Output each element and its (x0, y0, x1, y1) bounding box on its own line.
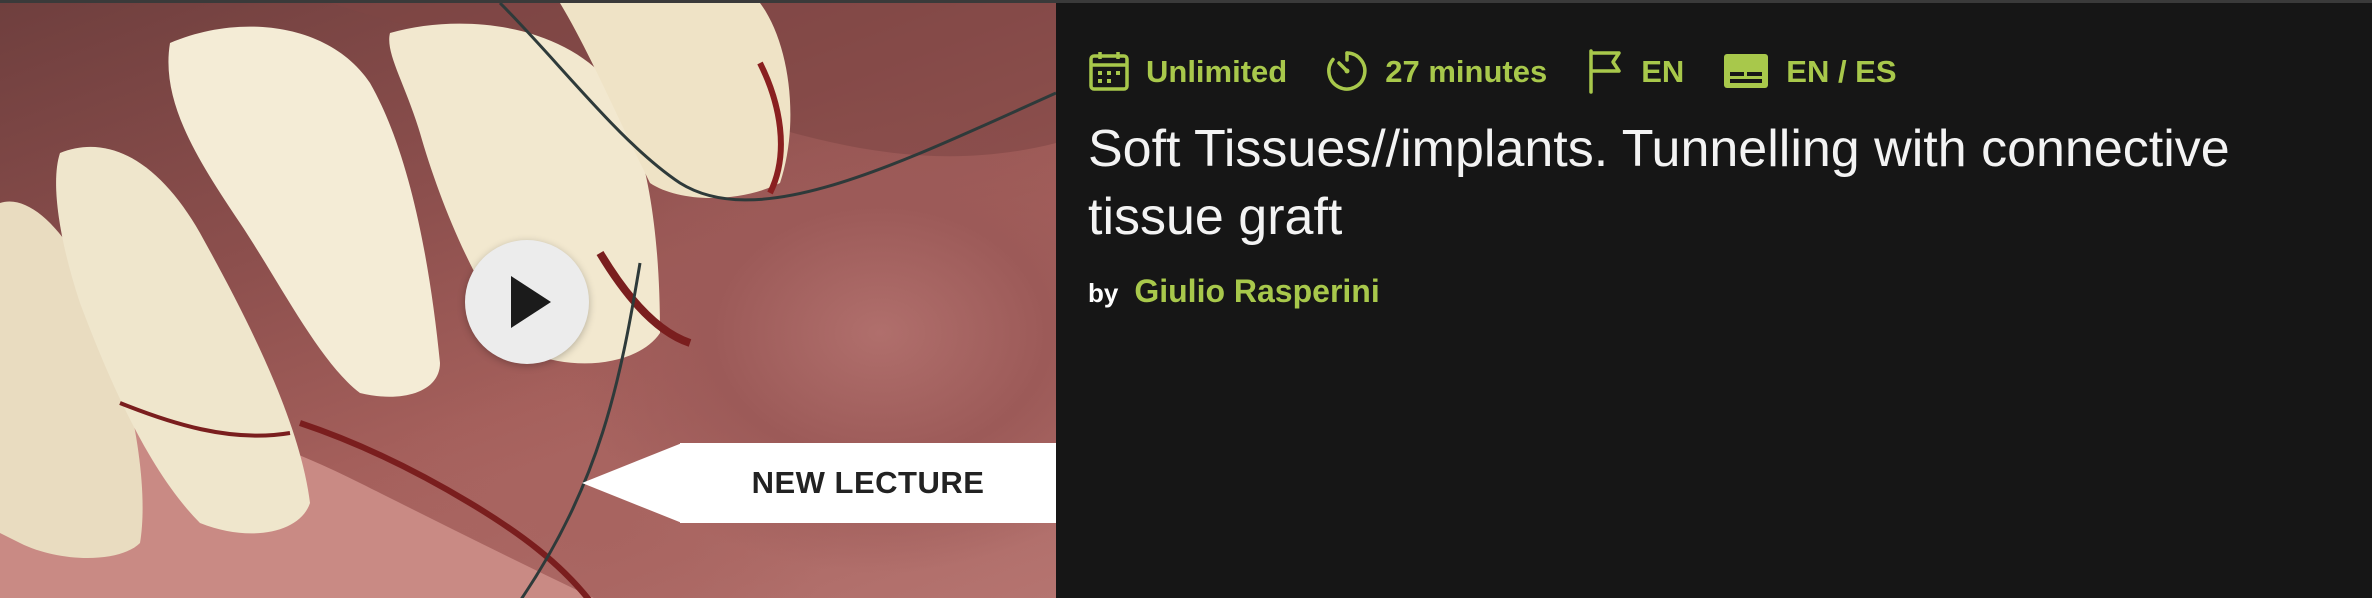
access-meta: Unlimited (1088, 50, 1287, 92)
course-meta: Unlimited 27 minutes EN EN / ES (1088, 41, 2372, 101)
author-link[interactable]: Giulio Rasperini (1134, 273, 1379, 310)
flag-icon (1589, 49, 1621, 94)
language-label: EN (1641, 53, 1685, 89)
duration-label: 27 minutes (1385, 53, 1548, 89)
subtitles-meta: EN / ES (1722, 51, 1897, 91)
course-info: Unlimited 27 minutes EN EN / ES Soft Tis… (1056, 3, 2372, 598)
access-label: Unlimited (1146, 53, 1288, 89)
course-card: NEW LECTURE Unlimited 27 minutes EN EN /… (0, 0, 2372, 598)
byline: by Giulio Rasperini (1088, 273, 2372, 310)
badge-label: NEW LECTURE (680, 443, 1056, 523)
calendar-icon (1089, 52, 1129, 91)
subtitles-icon (1724, 54, 1769, 88)
duration-meta: 27 minutes (1325, 49, 1547, 93)
language-meta: EN (1585, 48, 1684, 94)
by-label: by (1088, 278, 1119, 308)
stopwatch-icon (1327, 51, 1367, 91)
play-button[interactable] (465, 240, 589, 364)
play-icon (511, 276, 551, 328)
badge-arrow (582, 443, 682, 523)
new-lecture-badge: NEW LECTURE (582, 443, 1056, 523)
subtitles-label: EN / ES (1786, 53, 1897, 89)
course-title[interactable]: Soft Tissues//implants. Tunnelling with … (1088, 115, 2318, 251)
video-thumbnail[interactable]: NEW LECTURE (0, 3, 1056, 598)
